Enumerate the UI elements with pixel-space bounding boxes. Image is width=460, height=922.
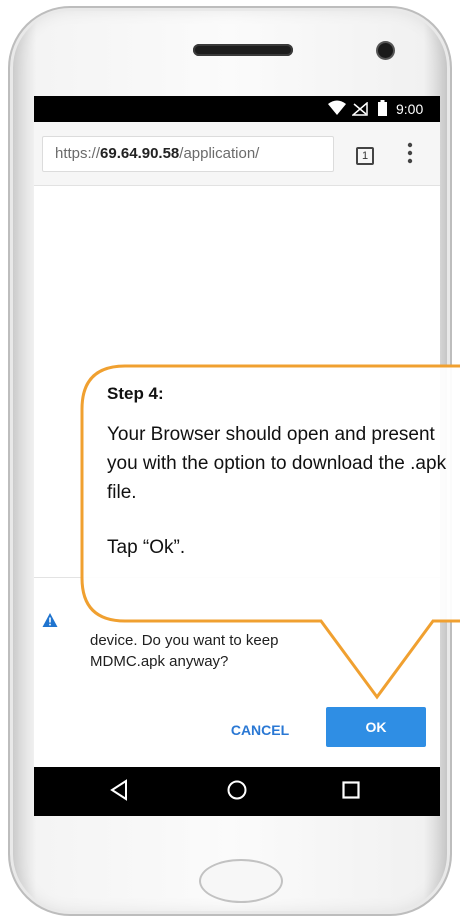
tab-count-icon[interactable]: 1 xyxy=(356,147,374,165)
download-warning-dialog: device. Do you want to keep MDMC.apk any… xyxy=(34,577,440,747)
no-signal-icon xyxy=(352,102,368,116)
navigation-bar xyxy=(34,767,440,816)
front-camera xyxy=(378,43,393,58)
speaker-grille xyxy=(193,44,293,56)
status-time: 9:00 xyxy=(396,101,424,117)
address-bar[interactable]: https://69.64.90.58/application/ xyxy=(42,136,334,172)
cancel-button[interactable]: CANCEL xyxy=(218,716,302,744)
browser-toolbar: https://69.64.90.58/application/ 1 xyxy=(34,122,440,186)
url-scheme: https:// xyxy=(55,145,101,162)
status-bar: 9:00 xyxy=(34,96,440,122)
wifi-icon xyxy=(328,100,346,115)
physical-home-button[interactable] xyxy=(199,859,283,903)
home-circle-icon[interactable] xyxy=(226,779,248,801)
recents-square-icon[interactable] xyxy=(342,781,360,799)
phone-screen: 9:00 https://69.64.90.58/application/ 1 … xyxy=(34,96,440,816)
url-host: 69.64.90.58 xyxy=(100,145,180,162)
back-triangle-icon[interactable] xyxy=(110,779,128,801)
overflow-menu-icon[interactable] xyxy=(404,142,416,166)
ok-button[interactable]: OK xyxy=(326,707,426,747)
warning-icon xyxy=(42,613,58,627)
url-path: /application/ xyxy=(179,145,260,162)
battery-icon xyxy=(378,100,387,116)
dialog-message: device. Do you want to keep MDMC.apk any… xyxy=(90,632,279,670)
